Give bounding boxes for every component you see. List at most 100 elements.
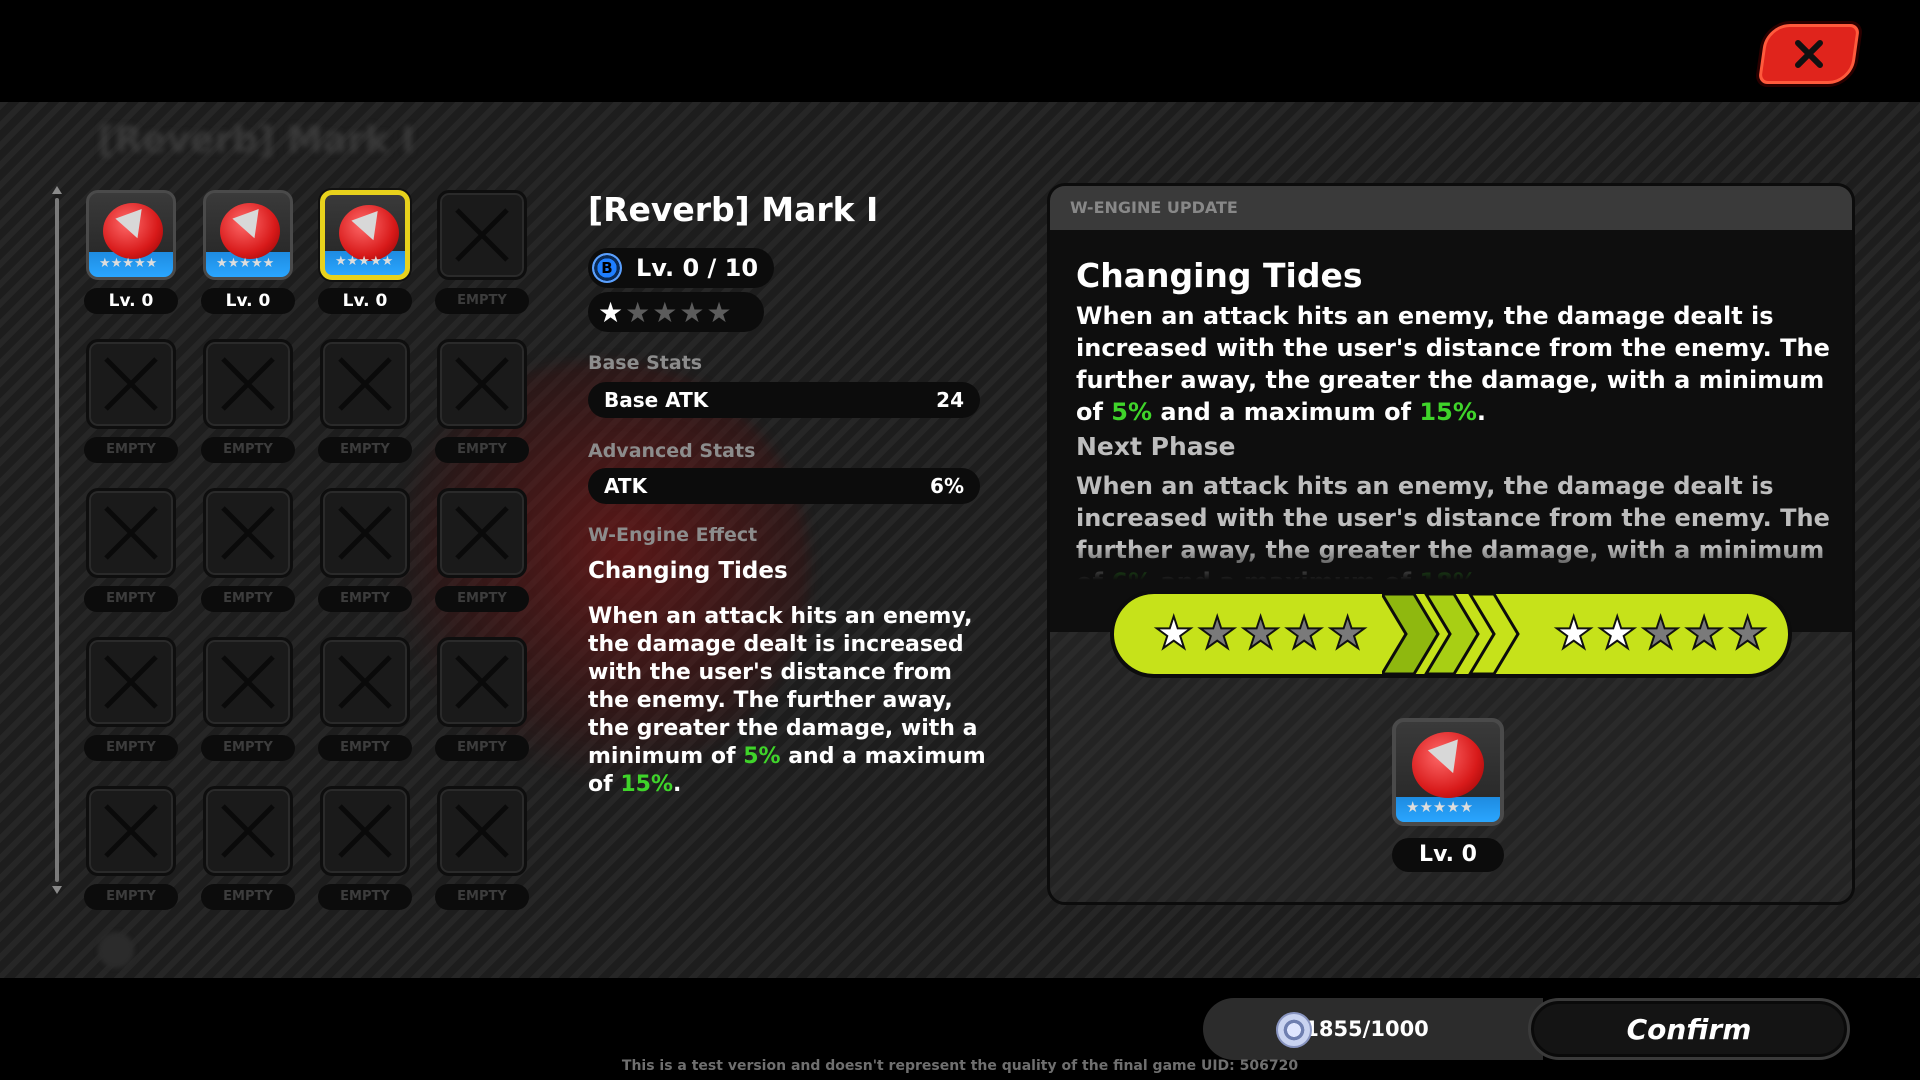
star-empty-icon: ★	[1727, 607, 1772, 660]
panel-min-value: 5%	[1111, 398, 1153, 426]
empty-slot[interactable]: EMPTY	[84, 786, 178, 922]
currency-coin-icon	[1276, 1012, 1312, 1048]
empty-slot[interactable]: EMPTY	[84, 488, 178, 624]
level-pill: B Lv. 0 / 10	[588, 248, 775, 288]
effect-max-value: 15%	[620, 772, 674, 797]
current-stars: ★★★★★	[1153, 604, 1371, 664]
empty-x-icon	[338, 804, 392, 858]
slot-label: EMPTY	[435, 884, 529, 910]
slot-frame	[320, 786, 410, 876]
next-phase-text[interactable]: When an attack hits an enemy, the damage…	[1076, 470, 1836, 580]
inventory-slot[interactable]: ★★★★★ Lv. 0	[84, 190, 178, 326]
slot-label: EMPTY	[84, 437, 178, 463]
panel-text-part3: .	[1476, 398, 1486, 426]
empty-x-icon	[455, 506, 509, 560]
slot-frame	[437, 637, 527, 727]
empty-x-icon	[455, 208, 509, 262]
star-empty-icon: ★	[625, 295, 653, 329]
confirm-button[interactable]: Confirm	[1528, 998, 1850, 1060]
slot-label: EMPTY	[318, 437, 412, 463]
slot-label: EMPTY	[318, 735, 412, 761]
star-empty-icon: ★	[1240, 607, 1285, 660]
background-dot	[98, 932, 134, 968]
inventory-slot[interactable]: ★★★★★ Lv. 0	[318, 190, 412, 326]
empty-x-icon	[221, 506, 275, 560]
empty-slot[interactable]: EMPTY	[201, 637, 295, 773]
slot-frame	[86, 339, 176, 429]
empty-slot[interactable]: EMPTY	[84, 339, 178, 475]
empty-x-icon	[338, 357, 392, 411]
empty-x-icon	[221, 804, 275, 858]
base-atk-value: 24	[936, 388, 964, 412]
empty-slot[interactable]: EMPTY	[318, 339, 412, 475]
atk-name: ATK	[604, 474, 648, 498]
close-button[interactable]	[1757, 24, 1861, 84]
star-empty-icon: ★	[1640, 607, 1685, 660]
slot-label: EMPTY	[201, 586, 295, 612]
empty-slot[interactable]: EMPTY	[201, 786, 295, 922]
empty-slot[interactable]: EMPTY	[318, 488, 412, 624]
slot-frame	[320, 488, 410, 578]
base-atk-row: Base ATK 24	[588, 382, 980, 418]
close-icon	[1795, 40, 1823, 68]
mini-stars: ★★★★★	[216, 256, 275, 271]
empty-x-icon	[221, 357, 275, 411]
empty-x-icon	[221, 655, 275, 709]
slot-frame	[320, 637, 410, 727]
panel-effect-title: Changing Tides	[1076, 256, 1363, 295]
next-min-value: 6%	[1111, 568, 1152, 580]
empty-slot[interactable]: EMPTY	[318, 637, 412, 773]
star-empty-icon: ★	[1196, 607, 1241, 660]
result-w-engine-card[interactable]: ★★★★★	[1392, 718, 1504, 826]
empty-slot[interactable]: EMPTY	[435, 339, 529, 475]
slot-label: EMPTY	[435, 586, 529, 612]
inventory-scrollbar[interactable]	[52, 186, 62, 894]
empty-x-icon	[455, 804, 509, 858]
slot-frame	[437, 488, 527, 578]
empty-x-icon	[455, 357, 509, 411]
empty-slot[interactable]: EMPTY	[201, 339, 295, 475]
slot-frame	[320, 339, 410, 429]
slot-label: Lv. 0	[318, 288, 412, 314]
scroll-down-arrow[interactable]	[52, 886, 62, 894]
slot-frame	[437, 190, 527, 280]
slot-label: EMPTY	[201, 735, 295, 761]
empty-slot[interactable]: EMPTY	[84, 637, 178, 773]
star-empty-icon: ★	[1283, 607, 1328, 660]
star-filled-icon: ★	[1153, 607, 1198, 660]
star-rating: ★ ★ ★ ★ ★	[588, 292, 764, 332]
empty-x-icon	[455, 655, 509, 709]
slot-label: Lv. 0	[84, 288, 178, 314]
top-bar	[0, 0, 1920, 102]
slot-frame	[86, 488, 176, 578]
star-empty-icon: ★	[652, 295, 680, 329]
slot-label: EMPTY	[318, 586, 412, 612]
slot-label: EMPTY	[201, 437, 295, 463]
panel-text-part2: and a maximum of	[1152, 398, 1420, 426]
slot-label: EMPTY	[201, 884, 295, 910]
slot-frame	[86, 786, 176, 876]
rank-b-icon: B	[592, 253, 622, 283]
inventory-slot[interactable]: ★★★★★ Lv. 0	[201, 190, 295, 326]
empty-slot[interactable]: EMPTY	[435, 190, 529, 326]
effect-text-part3: .	[673, 772, 682, 797]
result-mini-stars: ★★★★★	[1406, 798, 1474, 816]
empty-x-icon	[104, 655, 158, 709]
empty-slot[interactable]: EMPTY	[435, 637, 529, 773]
effect-name: Changing Tides	[588, 558, 788, 584]
empty-slot[interactable]: EMPTY	[435, 488, 529, 624]
next-text-part3: .	[1477, 568, 1486, 580]
panel-effect-text: When an attack hits an enemy, the damage…	[1076, 300, 1836, 428]
empty-x-icon	[338, 506, 392, 560]
slot-frame: ★★★★★	[86, 190, 176, 280]
empty-slot[interactable]: EMPTY	[318, 786, 412, 922]
panel-header: W-ENGINE UPDATE	[1050, 186, 1852, 230]
star-filled-icon: ★	[1553, 607, 1598, 660]
slot-frame	[437, 786, 527, 876]
effect-min-value: 5%	[743, 744, 781, 769]
slot-label: EMPTY	[435, 288, 529, 314]
empty-slot[interactable]: EMPTY	[201, 488, 295, 624]
scroll-up-arrow[interactable]	[52, 186, 62, 194]
scroll-track[interactable]	[55, 198, 59, 882]
empty-slot[interactable]: EMPTY	[435, 786, 529, 922]
